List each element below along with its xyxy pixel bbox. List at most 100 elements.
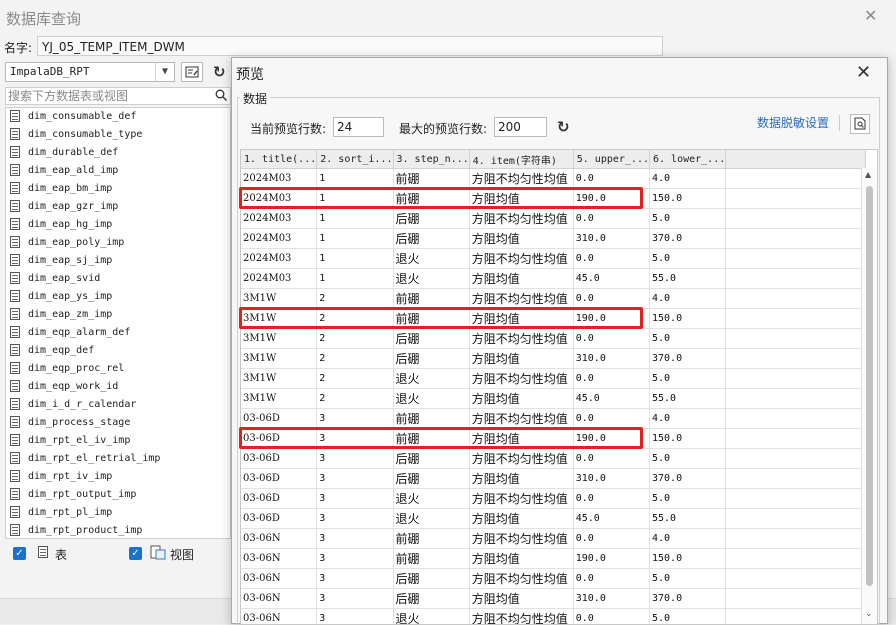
table-cell[interactable]: 0.0	[573, 169, 649, 189]
table-cell[interactable]: 310.0	[573, 349, 649, 369]
table-cell[interactable]: 03-06D	[241, 449, 317, 469]
list-item[interactable]: dim_eap_hg_imp	[6, 216, 230, 234]
table-row[interactable]: 2024M031后硼方阻不均匀性均值0.05.0	[241, 209, 866, 229]
table-cell[interactable]: 370.0	[650, 229, 726, 249]
table-cell[interactable]: 3	[317, 609, 393, 625]
table-cell[interactable]: 方阻不均匀性均值	[469, 609, 573, 625]
table-row[interactable]: 03-06D3退火方阻均值45.055.0	[241, 509, 866, 529]
table-list[interactable]: dim_consumable_defdim_consumable_typedim…	[5, 107, 231, 539]
list-item[interactable]: dim_rpt_output_imp	[6, 486, 230, 504]
table-cell[interactable]: 150.0	[650, 549, 726, 569]
search-input[interactable]	[8, 88, 208, 104]
database-select[interactable]: ImpalaDB_RPT ▼	[5, 62, 175, 82]
table-cell[interactable]: 45.0	[573, 269, 649, 289]
table-cell[interactable]: 0.0	[573, 529, 649, 549]
table-cell[interactable]: 370.0	[650, 349, 726, 369]
export-button[interactable]	[850, 114, 870, 134]
table-cell[interactable]: 03-06D	[241, 409, 317, 429]
table-cell[interactable]: 0.0	[573, 569, 649, 589]
table-cell[interactable]: 5.0	[650, 369, 726, 389]
table-cell[interactable]: 2024M03	[241, 209, 317, 229]
table-cell[interactable]: 5.0	[650, 249, 726, 269]
table-cell[interactable]: 03-06N	[241, 569, 317, 589]
table-cell[interactable]: 3M1W	[241, 289, 317, 309]
table-cell[interactable]: 03-06N	[241, 549, 317, 569]
table-row[interactable]: 2024M031退火方阻不均匀性均值0.05.0	[241, 249, 866, 269]
table-row[interactable]: 03-06N3前硼方阻均值190.0150.0	[241, 549, 866, 569]
table-cell[interactable]: 0.0	[573, 289, 649, 309]
table-cell[interactable]: 3	[317, 469, 393, 489]
table-cell[interactable]: 2024M03	[241, 249, 317, 269]
table-row[interactable]: 03-06D3后硼方阻均值310.0370.0	[241, 469, 866, 489]
table-cell[interactable]: 0.0	[573, 449, 649, 469]
max-rows-field[interactable]: 200	[494, 117, 547, 137]
list-item[interactable]: dim_eap_ald_imp	[6, 162, 230, 180]
table-cell[interactable]: 方阻均值	[469, 509, 573, 529]
scrollbar-thumb[interactable]	[866, 186, 873, 586]
table-cell[interactable]: 2024M03	[241, 169, 317, 189]
list-item[interactable]: dim_eap_sj_imp	[6, 252, 230, 270]
table-row[interactable]: 3M1W2退火方阻均值45.055.0	[241, 389, 866, 409]
table-cell[interactable]: 5.0	[650, 489, 726, 509]
table-row[interactable]: 3M1W2后硼方阻不均匀性均值0.05.0	[241, 329, 866, 349]
table-cell[interactable]: 03-06N	[241, 589, 317, 609]
table-cell[interactable]: 0.0	[573, 209, 649, 229]
table-cell[interactable]: 后硼	[393, 209, 469, 229]
table-cell[interactable]: 退火	[393, 269, 469, 289]
table-cell[interactable]: 方阻不均匀性均值	[469, 449, 573, 469]
table-cell[interactable]: 45.0	[573, 389, 649, 409]
table-cell[interactable]: 3	[317, 489, 393, 509]
list-item[interactable]: dim_eap_zm_imp	[6, 306, 230, 324]
table-cell[interactable]: 310.0	[573, 589, 649, 609]
table-cell[interactable]: 后硼	[393, 229, 469, 249]
search-icon[interactable]	[215, 89, 227, 104]
table-cell[interactable]: 1	[317, 269, 393, 289]
list-item[interactable]: dim_rpt_product_imp	[6, 522, 230, 539]
table-cell[interactable]: 方阻不均匀性均值	[469, 209, 573, 229]
table-cell[interactable]: 3	[317, 409, 393, 429]
current-rows-field[interactable]: 24	[333, 117, 384, 137]
table-cell[interactable]: 03-06N	[241, 609, 317, 625]
table-cell[interactable]: 方阻均值	[469, 589, 573, 609]
table-cell[interactable]: 03-06D	[241, 469, 317, 489]
list-item[interactable]: dim_i_d_r_calendar	[6, 396, 230, 414]
list-item[interactable]: dim_eap_gzr_imp	[6, 198, 230, 216]
table-cell[interactable]: 方阻不均匀性均值	[469, 409, 573, 429]
refresh-icon[interactable]: ↻	[213, 63, 226, 81]
table-row[interactable]: 3M1W2前硼方阻不均匀性均值0.04.0	[241, 289, 866, 309]
table-cell[interactable]: 2	[317, 289, 393, 309]
preview-data-grid[interactable]: 1. title(...2. sort_i...3. step_n...4. i…	[240, 149, 878, 625]
table-cell[interactable]: 前硼	[393, 169, 469, 189]
table-cell[interactable]: 03-06D	[241, 489, 317, 509]
close-icon[interactable]: ✕	[856, 62, 871, 83]
table-row[interactable]: 03-06N3退火方阻不均匀性均值0.05.0	[241, 609, 866, 625]
table-cell[interactable]: 5.0	[650, 329, 726, 349]
table-cell[interactable]: 1	[317, 209, 393, 229]
table-cell[interactable]: 方阻不均匀性均值	[469, 169, 573, 189]
table-cell[interactable]: 后硼	[393, 569, 469, 589]
table-row[interactable]: 2024M031后硼方阻均值310.0370.0	[241, 229, 866, 249]
table-cell[interactable]: 150.0	[650, 189, 726, 209]
table-cell[interactable]: 前硼	[393, 289, 469, 309]
list-item[interactable]: dim_eqp_proc_rel	[6, 360, 230, 378]
table-cell[interactable]: 方阻均值	[469, 549, 573, 569]
table-row[interactable]: 03-06N3前硼方阻不均匀性均值0.04.0	[241, 529, 866, 549]
close-icon[interactable]: ✕	[864, 6, 877, 25]
table-cell[interactable]: 4.0	[650, 289, 726, 309]
list-item[interactable]: dim_rpt_iv_imp	[6, 468, 230, 486]
table-cell[interactable]: 方阻均值	[469, 269, 573, 289]
list-item[interactable]: dim_process_stage	[6, 414, 230, 432]
list-item[interactable]: dim_eqp_def	[6, 342, 230, 360]
name-field[interactable]: YJ_05_TEMP_ITEM_DWM	[37, 36, 663, 56]
table-cell[interactable]: 55.0	[650, 269, 726, 289]
table-cell[interactable]: 方阻不均匀性均值	[469, 249, 573, 269]
list-item[interactable]: dim_durable_def	[6, 144, 230, 162]
list-item[interactable]: dim_eqp_work_id	[6, 378, 230, 396]
table-cell[interactable]: 退火	[393, 249, 469, 269]
query-editor-button[interactable]	[181, 62, 203, 82]
table-cell[interactable]: 前硼	[393, 409, 469, 429]
table-cell[interactable]: 0.0	[573, 409, 649, 429]
scroll-down-icon[interactable]: ⌄	[865, 609, 873, 619]
refresh-icon[interactable]: ↻	[557, 118, 570, 136]
table-cell[interactable]: 方阻不均匀性均值	[469, 329, 573, 349]
